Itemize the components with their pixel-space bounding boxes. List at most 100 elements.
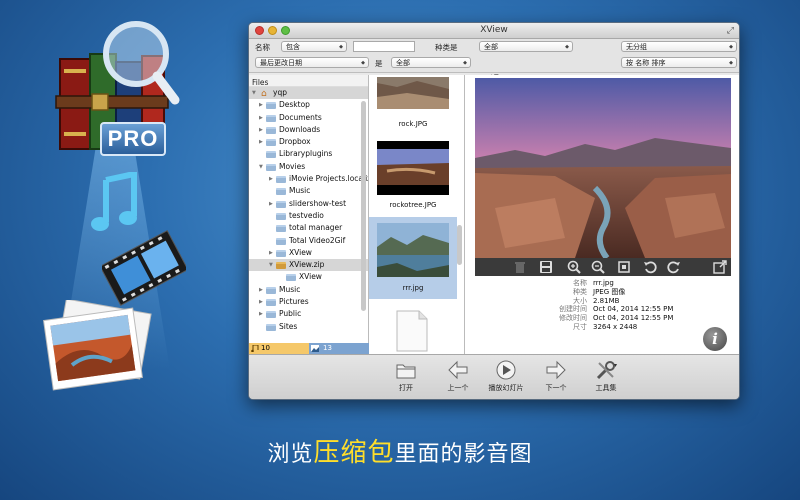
title-bar: XView ⤢ <box>249 23 739 39</box>
tree-item[interactable]: ▼ Movies <box>249 161 368 173</box>
tree-item[interactable]: Sites <box>249 321 368 333</box>
previous-label: 上一个 <box>447 384 469 392</box>
thumbnail-scrollbar[interactable] <box>457 225 462 265</box>
thumbnail-caption: rockotree.JPG <box>389 201 437 209</box>
thumbnail-list: rock.JPG rockotree.JPG rrr.jpg <box>369 75 465 354</box>
date-operator-label: 是 <box>375 59 383 68</box>
tree-item[interactable]: ▶ Pictures <box>249 296 368 308</box>
type-filter-label: 种类是 <box>435 43 458 52</box>
group-select[interactable]: 无分组 <box>621 41 737 52</box>
folder-icon <box>276 188 286 196</box>
collapse-triangle-icon[interactable]: ▼ <box>269 259 273 271</box>
tree-item[interactable]: ▶ Desktop <box>249 99 368 111</box>
name-operator-select[interactable]: 包含 <box>281 41 347 52</box>
fullscreen-icon[interactable]: ⤢ <box>727 26 734 36</box>
tree-item-label: XView.zip <box>289 260 325 270</box>
tree-item[interactable]: Total Video2Gif <box>249 235 368 247</box>
tree-item[interactable]: XView <box>249 271 368 283</box>
info-name-value: rrr.jpg <box>593 279 614 287</box>
zoom-in-icon[interactable] <box>567 260 581 274</box>
open-label: 打开 <box>399 384 413 392</box>
expand-triangle-icon[interactable]: ▶ <box>259 112 263 124</box>
filter-bar: 名称 包含 种类是 全部 无分组 最后更改日期 是 全部 按 名称 排序 ▲▼ <box>249 39 739 80</box>
open-button[interactable]: 打开 <box>383 359 429 397</box>
tree-item[interactable]: Music <box>249 185 368 197</box>
info-size-value: 2.81MB <box>593 296 620 305</box>
tree-item[interactable]: ▶ Downloads <box>249 124 368 136</box>
thumbnail-item[interactable]: rock.JPG <box>369 75 457 133</box>
date-field-select[interactable]: 最后更改日期 <box>255 57 369 68</box>
tree-item-label: Music <box>279 284 301 294</box>
caption-text: 浏览 <box>267 442 314 467</box>
photo-stack-icon <box>43 300 152 391</box>
expand-triangle-icon[interactable]: ▶ <box>259 136 263 148</box>
tree-item[interactable]: ▶ Public <box>249 308 368 320</box>
thumbnail-item-selected[interactable]: rrr.jpg <box>369 217 457 299</box>
expand-triangle-icon[interactable]: ▶ <box>269 173 273 185</box>
expand-triangle-icon[interactable]: ▶ <box>269 247 273 259</box>
zip-archive-icon <box>276 262 286 270</box>
audio-count-icon <box>251 345 259 352</box>
expand-triangle-icon[interactable]: ▶ <box>259 308 263 320</box>
tools-button[interactable]: ▾ 工具集 <box>583 359 629 397</box>
sort-select[interactable]: 按 名称 排序 <box>621 57 737 68</box>
previous-button[interactable]: 上一个 <box>435 359 481 397</box>
tree-item[interactable]: ▶ Music <box>249 284 368 296</box>
folder-icon <box>266 163 276 171</box>
thumbnail-item[interactable] <box>369 301 457 354</box>
tree-item[interactable]: ▶ iMovie Projects.localized <box>249 173 368 185</box>
tools-icon: ▾ <box>596 361 617 380</box>
folder-icon <box>266 311 276 319</box>
tree-item[interactable]: ▼ XView.zip <box>249 259 368 272</box>
tree-item-label: Total Video2Gif <box>289 235 346 245</box>
rotate-right-icon[interactable] <box>667 260 681 274</box>
bottom-toolbar: 打开 上一个 播放幻灯片 下一个 ▾ 工具集 <box>249 354 739 399</box>
image-count[interactable]: 13 <box>309 343 369 354</box>
expand-icon[interactable] <box>713 260 727 274</box>
expand-triangle-icon[interactable]: ▶ <box>259 124 263 136</box>
thumbnail-item[interactable]: rockotree.JPG <box>369 133 457 215</box>
folder-icon <box>266 151 276 159</box>
slideshow-label: 播放幻灯片 <box>488 384 524 392</box>
expand-triangle-icon[interactable]: ▶ <box>259 99 263 111</box>
zoom-out-icon[interactable] <box>591 260 605 274</box>
file-browser: Files ▼ ⌂ yqp ▶ Desktop ▶ Documents ▶ Downloa… <box>249 75 369 354</box>
save-icon[interactable] <box>539 260 553 274</box>
tree-item-label: Movies <box>279 161 306 171</box>
folder-icon <box>276 225 286 233</box>
tree-item[interactable]: total manager <box>249 222 368 234</box>
expand-triangle-icon[interactable]: ▶ <box>259 284 263 296</box>
tree-item[interactable]: ▶ Documents <box>249 112 368 124</box>
date-value-select[interactable]: 全部 <box>391 57 471 68</box>
name-filter-label: 名称 <box>255 43 270 52</box>
expand-triangle-icon[interactable]: ▶ <box>269 198 273 210</box>
folder-icon <box>266 323 276 331</box>
audio-count[interactable]: 10 <box>249 343 309 354</box>
tree-item[interactable]: Libraryplugins <box>249 148 368 160</box>
expand-triangle-icon[interactable]: ▼ <box>252 87 256 99</box>
tree-item[interactable]: ▶ XView <box>249 247 368 259</box>
slideshow-button[interactable]: 播放幻灯片 <box>483 359 529 397</box>
tree-item-label: total manager <box>289 223 343 233</box>
tree-item-root[interactable]: ▼ ⌂ yqp <box>249 87 368 100</box>
trash-icon[interactable] <box>513 260 527 274</box>
preview-image <box>475 78 731 258</box>
tools-label: 工具集 <box>595 384 617 392</box>
tree-item[interactable]: ▶ slidershow-test <box>249 198 368 210</box>
expand-triangle-icon[interactable]: ▶ <box>259 296 263 308</box>
folder-icon <box>276 249 286 257</box>
next-button[interactable]: 下一个 <box>533 359 579 397</box>
tree-item[interactable]: ▶ Dropbox <box>249 136 368 148</box>
file-tree-scrollbar[interactable] <box>361 101 366 311</box>
rotate-left-icon[interactable] <box>643 260 657 274</box>
generic-file-icon <box>396 310 428 352</box>
info-label: 尺寸 <box>573 322 587 331</box>
fit-to-window-icon[interactable] <box>617 260 631 274</box>
image-toolbar <box>475 258 731 276</box>
tree-item-label: Dropbox <box>279 137 311 147</box>
info-icon[interactable]: i <box>703 327 727 351</box>
tree-item[interactable]: testvedio <box>249 210 368 222</box>
type-select[interactable]: 全部 <box>479 41 573 52</box>
name-search-input[interactable] <box>353 41 415 52</box>
collapse-triangle-icon[interactable]: ▼ <box>259 161 263 173</box>
